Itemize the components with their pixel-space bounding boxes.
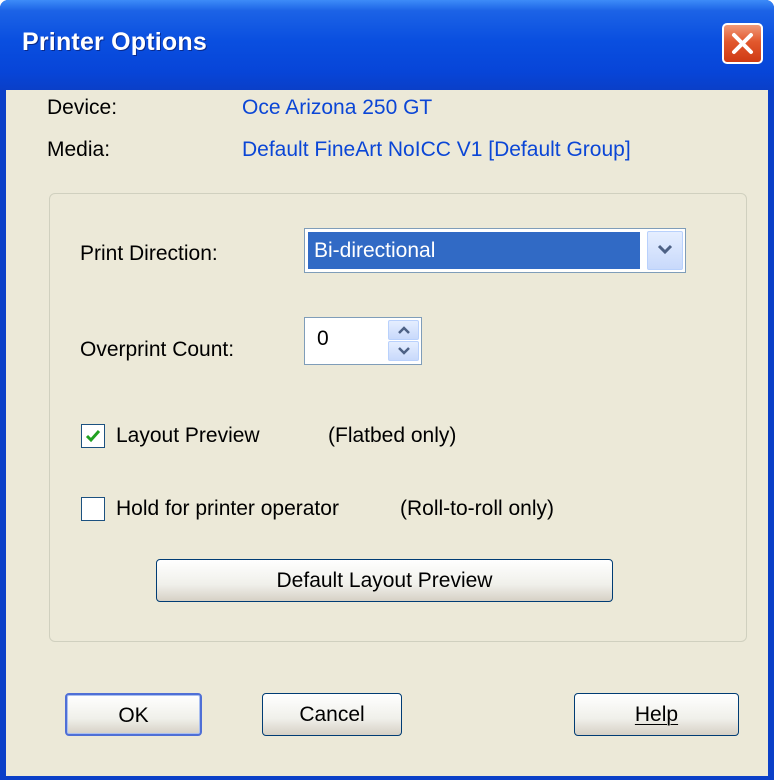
device-label: Device: (47, 96, 118, 119)
title-bar[interactable]: Printer Options (0, 0, 774, 90)
layout-preview-checkbox[interactable] (81, 424, 105, 448)
overprint-count-label: Overprint Count: (80, 338, 235, 361)
overprint-count-value[interactable]: 0 (317, 327, 329, 351)
device-value: Oce Arizona 250 GT (242, 96, 433, 119)
layout-preview-note: (Flatbed only) (328, 424, 457, 447)
arrow-down-icon (398, 347, 410, 355)
hold-for-operator-note: (Roll-to-roll only) (400, 497, 555, 520)
spin-down-button[interactable] (388, 341, 419, 361)
print-direction-dropdown[interactable]: Bi-directional (304, 228, 686, 273)
help-button[interactable]: Help (574, 693, 739, 736)
ok-button[interactable]: OK (65, 693, 202, 736)
layout-preview-label[interactable]: Layout Preview (116, 424, 260, 448)
spin-up-button[interactable] (388, 320, 419, 340)
help-button-label: Help (634, 703, 679, 726)
hold-for-operator-checkbox[interactable] (81, 497, 105, 521)
overprint-count-stepper[interactable]: 0 (304, 317, 422, 365)
close-icon (732, 33, 753, 54)
printer-options-dialog: Printer Options Device: Oce Arizona 250 … (0, 0, 774, 780)
default-layout-preview-button[interactable]: Default Layout Preview (156, 559, 613, 602)
chevron-down-icon (657, 244, 673, 255)
arrow-up-icon (398, 326, 410, 334)
media-label: Media: (47, 138, 111, 161)
checkmark-icon (85, 430, 101, 443)
hold-for-operator-label[interactable]: Hold for printer operator (116, 497, 339, 521)
media-value: Default FineArt NoICC V1 [Default Group] (242, 138, 631, 161)
dialog-title: Printer Options (22, 28, 207, 56)
print-direction-selected[interactable]: Bi-directional (308, 232, 640, 269)
dropdown-button[interactable] (647, 231, 683, 270)
cancel-button[interactable]: Cancel (262, 693, 402, 736)
print-direction-label: Print Direction: (80, 242, 218, 265)
close-button[interactable] (722, 23, 763, 64)
dialog-body: Device: Oce Arizona 250 GT Media: Defaul… (6, 90, 768, 776)
